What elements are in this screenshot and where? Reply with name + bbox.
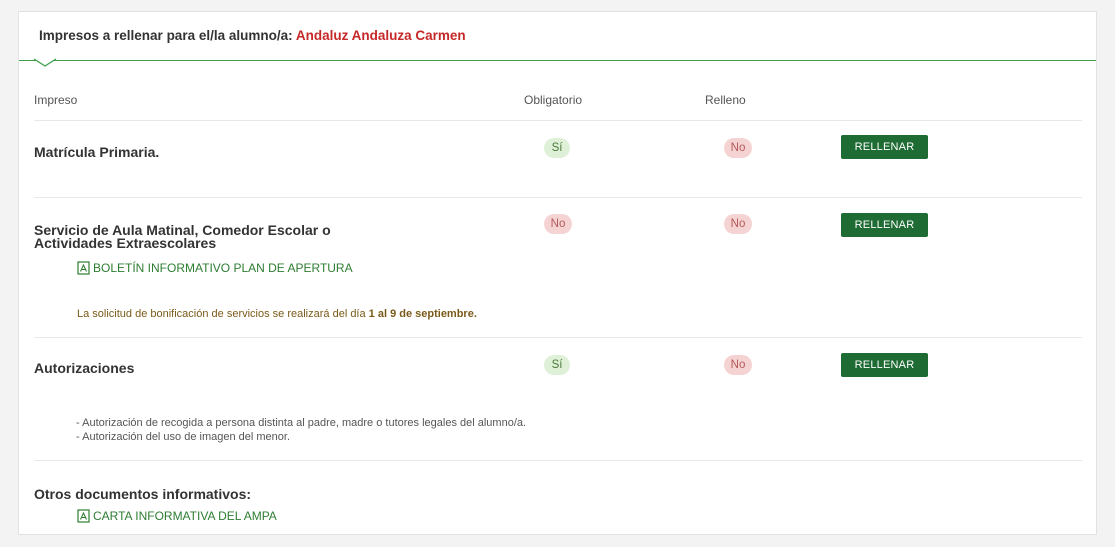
note-text: La solicitud de bonificación de servicio… xyxy=(77,308,366,320)
carta-link-label: CARTA INFORMATIVA DEL AMPA xyxy=(93,509,277,523)
form-title-matricula: Matrícula Primaria. xyxy=(34,144,160,160)
panel-title-prefix: Impresos a rellenar para el/la alumno/a: xyxy=(39,28,293,43)
note-dates: 1 al 9 de septiembre. xyxy=(368,308,477,320)
obligatorio-badge: Sí xyxy=(544,355,570,375)
form-title-autorizaciones: Autorizaciones xyxy=(34,360,135,376)
divider xyxy=(34,197,1082,198)
obligatorio-badge: No xyxy=(544,214,572,234)
rellenar-button-autorizaciones[interactable]: RELLENAR xyxy=(841,353,928,377)
divider xyxy=(34,337,1082,338)
obligatorio-badge: Sí xyxy=(544,138,570,158)
divider xyxy=(34,460,1082,461)
header-notch-icon xyxy=(33,58,57,67)
relleno-badge: No xyxy=(724,214,752,234)
relleno-badge: No xyxy=(724,355,752,375)
otros-documentos-title: Otros documentos informativos: xyxy=(34,486,252,502)
form-title-servicio-line2: Actividades Extraescolares xyxy=(34,235,217,251)
pdf-icon xyxy=(77,509,90,523)
divider xyxy=(34,120,1082,121)
student-name: Andaluz Andaluza Carmen xyxy=(295,28,466,43)
autorizacion-detail: - Autorización del uso de imagen del men… xyxy=(76,431,291,443)
column-header-impreso: Impreso xyxy=(34,93,78,107)
carta-ampa-link[interactable]: CARTA INFORMATIVA DEL AMPA xyxy=(77,509,277,523)
rellenar-button-matricula[interactable]: RELLENAR xyxy=(841,135,928,159)
boletin-link-label: BOLETÍN INFORMATIVO PLAN DE APERTURA xyxy=(93,261,353,275)
forms-panel: Impresos a rellenar para el/la alumno/a:… xyxy=(18,11,1097,535)
column-header-relleno: Relleno xyxy=(705,93,746,107)
panel-title: Impresos a rellenar para el/la alumno/a:… xyxy=(39,28,466,43)
autorizacion-detail: - Autorización de recogida a persona dis… xyxy=(76,417,527,429)
pdf-icon xyxy=(77,261,90,275)
panel-header: Impresos a rellenar para el/la alumno/a:… xyxy=(19,12,1096,61)
boletin-informativo-link[interactable]: BOLETÍN INFORMATIVO PLAN DE APERTURA xyxy=(77,261,353,275)
relleno-badge: No xyxy=(724,138,752,158)
column-header-obligatorio: Obligatorio xyxy=(524,93,583,107)
bonificacion-note: La solicitud de bonificación de servicio… xyxy=(77,308,477,320)
rellenar-button-servicio[interactable]: RELLENAR xyxy=(841,213,928,237)
